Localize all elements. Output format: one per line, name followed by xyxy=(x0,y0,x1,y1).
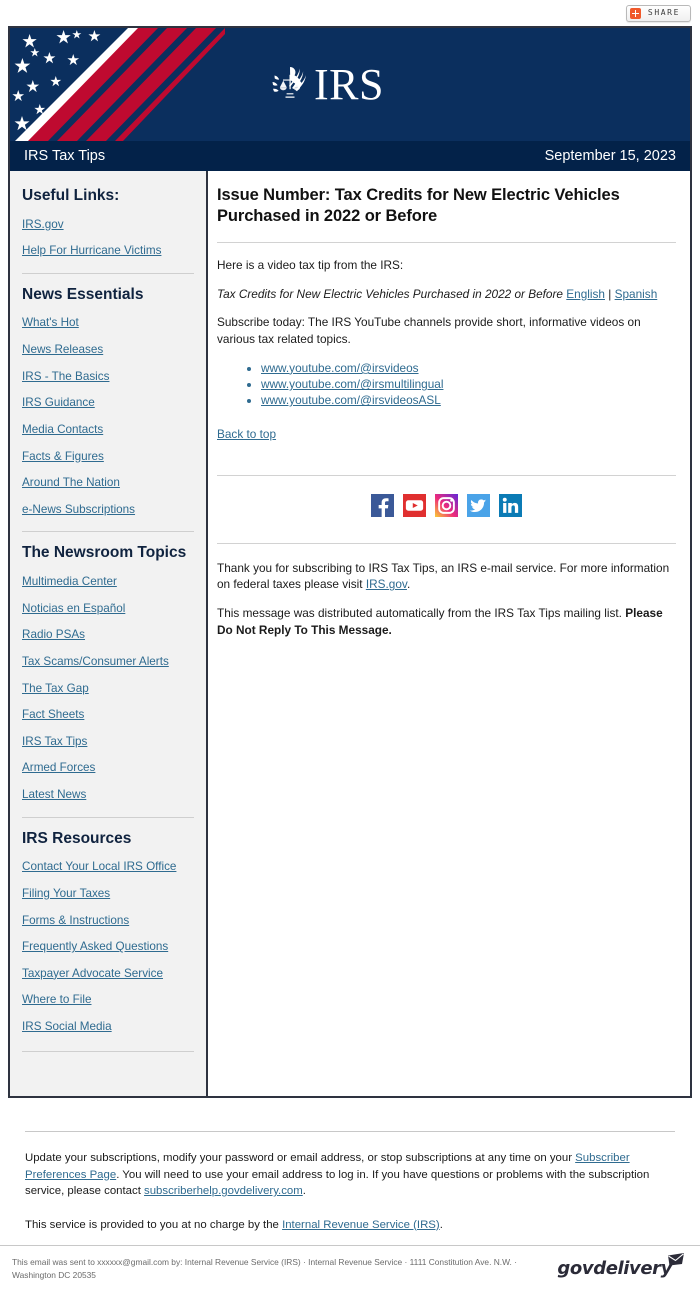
sidebar-heading-newsroom-topics: The Newsroom Topics xyxy=(22,544,187,562)
envelope-icon xyxy=(668,1253,684,1266)
sidebar-divider xyxy=(22,531,194,533)
sidebar-link-multimedia-center[interactable]: Multimedia Center xyxy=(22,575,194,590)
youtube-channel-list: www.youtube.com/@irsvideos www.youtube.c… xyxy=(217,360,676,409)
social-media-row xyxy=(217,493,676,517)
irs-eagle-scales-icon xyxy=(272,66,306,98)
video-title: Tax Credits for New Electric Vehicles Pu… xyxy=(217,286,563,301)
sidebar-link-facts-figures[interactable]: Facts & Figures xyxy=(22,450,194,465)
sidebar-divider xyxy=(22,1050,194,1052)
sidebar-link-news-releases[interactable]: News Releases xyxy=(22,343,194,358)
back-to-top-link[interactable]: Back to top xyxy=(217,427,276,441)
sidebar-link-the-tax-gap[interactable]: The Tax Gap xyxy=(22,682,194,697)
video-title-line: Tax Credits for New Electric Vehicles Pu… xyxy=(217,286,676,303)
sidebar: Useful Links: IRS.gov Help For Hurricane… xyxy=(10,171,208,1096)
irs-wordmark: IRS xyxy=(314,59,384,109)
youtube-link-irsvideosasl[interactable]: www.youtube.com/@irsvideosASL xyxy=(261,393,441,407)
thank-you-period: . xyxy=(406,577,411,592)
list-item: www.youtube.com/@irsvideosASL xyxy=(261,392,676,408)
sidebar-link-enews-subscriptions[interactable]: e-News Subscriptions xyxy=(22,503,194,518)
sidebar-link-armed-forces[interactable]: Armed Forces xyxy=(22,761,194,776)
sidebar-divider xyxy=(22,816,194,818)
youtube-icon[interactable] xyxy=(403,493,426,517)
youtube-link-irsmultilingual[interactable]: www.youtube.com/@irsmultilingual xyxy=(261,377,443,391)
sender-bar: This email was sent to xxxxxx@gmail.com … xyxy=(0,1245,700,1298)
free-text-pre: This service is provided to you at no ch… xyxy=(25,1218,283,1231)
sidebar-heading-useful-links: Useful Links: xyxy=(22,187,120,204)
internal-revenue-service-link[interactable]: Internal Revenue Service (IRS) xyxy=(282,1219,440,1231)
list-item: www.youtube.com/@irsvideos xyxy=(261,360,676,376)
sidebar-link-media-contacts[interactable]: Media Contacts xyxy=(22,423,194,438)
linkedin-icon[interactable] xyxy=(499,493,522,517)
update-text-pre: Update your subscriptions, modify your p… xyxy=(25,1152,576,1164)
sidebar-divider xyxy=(22,272,194,274)
facebook-icon[interactable] xyxy=(371,493,394,517)
sidebar-link-irs-the-basics[interactable]: IRS - The Basics xyxy=(22,370,194,385)
no-charge-text: This service is provided to you at no ch… xyxy=(25,1217,675,1234)
irs-gov-link[interactable]: IRS.gov xyxy=(366,577,407,591)
instagram-icon[interactable] xyxy=(435,493,458,517)
sidebar-link-irs-social-media[interactable]: IRS Social Media xyxy=(22,1020,194,1035)
sidebar-link-irs-gov[interactable]: IRS.gov xyxy=(22,218,194,233)
thank-you-paragraph: Thank you for subscribing to IRS Tax Tip… xyxy=(217,560,676,594)
sidebar-link-help-hurricane-victims[interactable]: Help For Hurricane Victims xyxy=(22,244,194,259)
email-body: Useful Links: IRS.gov Help For Hurricane… xyxy=(10,171,690,1096)
sidebar-heading-news-essentials: News Essentials xyxy=(22,285,144,303)
subscribe-paragraph: Subscribe today: The IRS YouTube channel… xyxy=(217,315,641,347)
free-text-post: . xyxy=(439,1218,443,1231)
sidebar-link-frequently-asked-questions[interactable]: Frequently Asked Questions xyxy=(22,940,194,955)
sidebar-link-whats-hot[interactable]: What's Hot xyxy=(22,316,194,331)
auto-distributed-text: This message was distributed automatical… xyxy=(217,606,626,621)
email-frame: IRS IRS Tax Tips September 15, 2023 Usef… xyxy=(8,26,692,1098)
irs-logo: IRS xyxy=(268,59,384,109)
thank-you-text: Thank you for subscribing to IRS Tax Tip… xyxy=(217,560,670,592)
list-item: www.youtube.com/@irsmultilingual xyxy=(261,376,676,392)
sidebar-link-tax-scams-consumer-alerts[interactable]: Tax Scams/Consumer Alerts xyxy=(22,655,194,670)
footer: Update your subscriptions, modify your p… xyxy=(0,1131,700,1233)
sidebar-link-contact-local-irs-office[interactable]: Contact Your Local IRS Office xyxy=(22,860,194,875)
video-link-spanish[interactable]: Spanish xyxy=(615,287,658,301)
sidebar-link-forms-instructions[interactable]: Forms & Instructions xyxy=(22,914,194,929)
intro-paragraph: Here is a video tax tip from the IRS: xyxy=(217,257,404,272)
issue-title: Issue Number: Tax Credits for New Electr… xyxy=(217,186,620,226)
govdelivery-wordmark: govdelivery xyxy=(557,1258,672,1279)
content-divider xyxy=(217,542,676,544)
share-button[interactable]: SHARE xyxy=(625,4,691,22)
subscriber-help-link[interactable]: subscriberhelp.govdelivery.com xyxy=(144,1185,303,1197)
irs-banner: IRS xyxy=(10,28,690,141)
us-flag-icon xyxy=(10,28,225,141)
content-divider xyxy=(217,474,676,476)
sidebar-link-taxpayer-advocate-service[interactable]: Taxpayer Advocate Service xyxy=(22,967,194,982)
footer-divider xyxy=(25,1131,675,1132)
article-content: Issue Number: Tax Credits for New Electr… xyxy=(208,171,690,1096)
sidebar-link-filing-your-taxes[interactable]: Filing Your Taxes xyxy=(22,887,194,902)
youtube-link-irsvideos[interactable]: www.youtube.com/@irsvideos xyxy=(261,361,419,375)
sidebar-link-irs-tax-tips[interactable]: IRS Tax Tips xyxy=(22,735,194,750)
update-text-mid: . You will need to use your email addres… xyxy=(25,1168,650,1198)
content-divider xyxy=(217,241,676,243)
publication-date: September 15, 2023 xyxy=(544,148,676,164)
video-link-english[interactable]: English xyxy=(566,287,605,301)
publication-title-bar: IRS Tax Tips September 15, 2023 xyxy=(10,141,690,171)
govdelivery-logo: govdelivery xyxy=(557,1253,684,1279)
share-bar: SHARE xyxy=(0,0,700,26)
sidebar-link-irs-guidance[interactable]: IRS Guidance xyxy=(22,396,194,411)
sidebar-link-where-to-file[interactable]: Where to File xyxy=(22,993,194,1008)
lang-separator: | xyxy=(608,286,612,301)
sidebar-link-latest-news[interactable]: Latest News xyxy=(22,788,194,803)
share-button-label: SHARE xyxy=(647,8,680,17)
sidebar-link-fact-sheets[interactable]: Fact Sheets xyxy=(22,708,194,723)
plus-share-icon xyxy=(629,7,641,19)
sidebar-link-noticias-en-espanol[interactable]: Noticias en Español xyxy=(22,602,194,617)
sent-to-address: This email was sent to xxxxxx@gmail.com … xyxy=(12,1257,517,1280)
twitter-icon[interactable] xyxy=(467,493,490,517)
subscription-management-text: Update your subscriptions, modify your p… xyxy=(25,1150,675,1200)
update-text-post: . xyxy=(302,1185,306,1198)
sidebar-link-radio-psas[interactable]: Radio PSAs xyxy=(22,628,194,643)
sidebar-link-around-the-nation[interactable]: Around The Nation xyxy=(22,476,194,491)
publication-name: IRS Tax Tips xyxy=(24,148,106,164)
sidebar-heading-irs-resources: IRS Resources xyxy=(22,829,132,847)
auto-distributed-paragraph: This message was distributed automatical… xyxy=(217,605,676,639)
